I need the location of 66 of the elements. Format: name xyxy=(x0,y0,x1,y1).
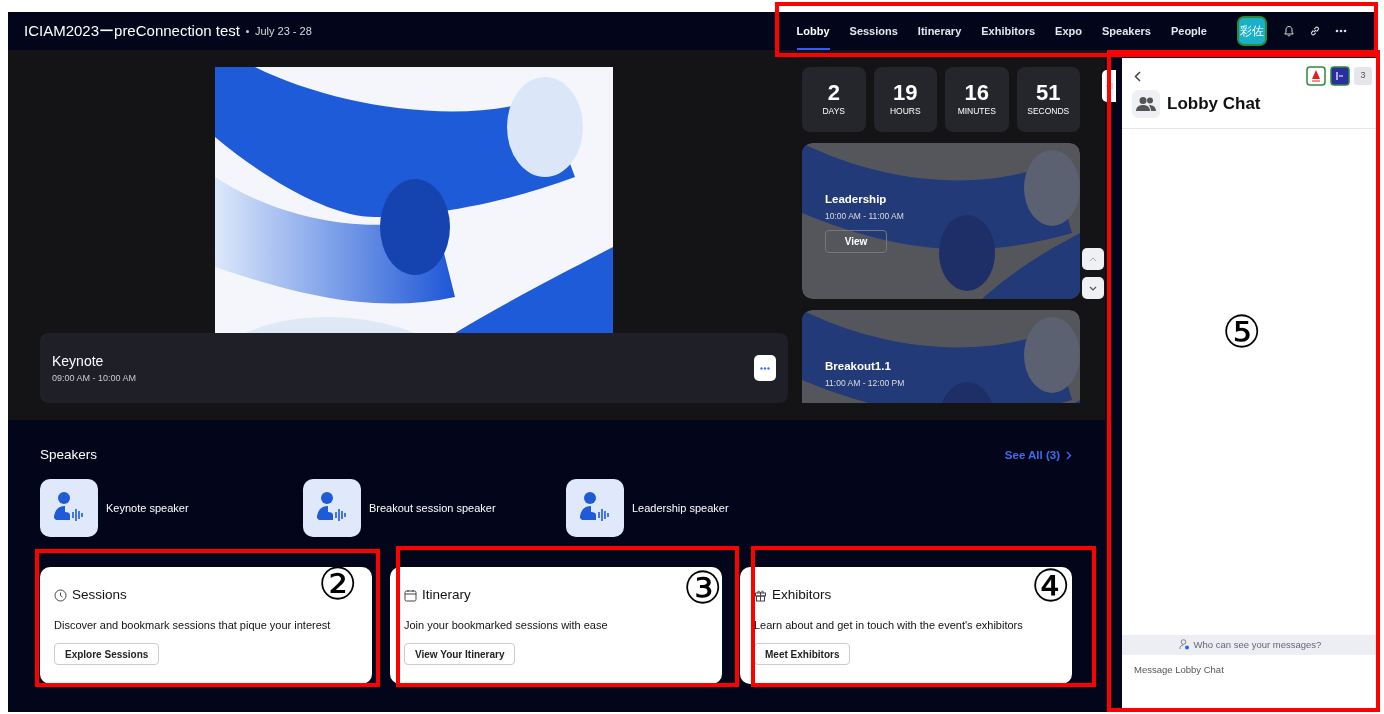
chevron-down-icon xyxy=(1089,285,1097,291)
nav-tab[interactable]: Speakers xyxy=(1102,12,1151,50)
card-button[interactable]: Meet Exhibitors xyxy=(754,643,851,665)
card-description: Discover and bookmark sessions that pique your interest xyxy=(54,617,332,633)
countdown-value: 19 xyxy=(893,81,918,106)
nav-tab[interactable]: Exhibitors xyxy=(981,12,1036,50)
separator-dot-icon xyxy=(245,29,249,33)
see-all-link[interactable]: See All (3) xyxy=(1004,446,1072,464)
logo-avatar-icon xyxy=(1306,66,1326,86)
gift-icon xyxy=(754,588,767,602)
session-title: Leadership xyxy=(825,192,888,207)
annotation-number: ⑤ xyxy=(1222,310,1262,354)
card-button[interactable]: Explore Sessions xyxy=(54,643,160,665)
bell-icon[interactable] xyxy=(1283,25,1295,37)
event-title: ICIAM2023ーpreConnection test xyxy=(24,20,240,41)
participant-count: 3 xyxy=(1354,67,1372,85)
chevron-up-icon xyxy=(1089,256,1097,262)
countdown-unit: DAYS xyxy=(822,105,845,118)
clock-icon xyxy=(54,588,67,602)
privacy-notice: Who can see your messages? xyxy=(1193,637,1322,652)
speaker-name: Breakout session speaker xyxy=(369,501,496,516)
card-description: Join your bookmarked sessions with ease xyxy=(404,617,609,633)
scroll-up-button[interactable] xyxy=(1082,248,1104,270)
session-title: Keynote xyxy=(52,351,105,371)
nav-tab[interactable]: Sessions xyxy=(849,12,898,50)
event-dates: July 23 - 28 xyxy=(254,23,312,39)
speaker-name: Leadership speaker xyxy=(632,501,729,516)
countdown-value: 2 xyxy=(827,81,840,106)
more-options-button[interactable] xyxy=(754,355,776,381)
chevron-right-icon xyxy=(1066,450,1072,460)
link-icon[interactable] xyxy=(1309,25,1321,37)
speaker-name: Keynote speaker xyxy=(106,501,189,516)
privacy-notice-bar[interactable]: Who can see your messages? xyxy=(1122,634,1378,655)
nav-tab[interactable]: People xyxy=(1170,12,1207,50)
card-title: Sessions xyxy=(72,586,127,605)
countdown-unit: HOURS xyxy=(889,105,921,118)
more-icon[interactable] xyxy=(1335,29,1347,33)
people-icon xyxy=(1136,96,1156,112)
session-title: Breakout1.1 xyxy=(825,359,892,374)
session-time: 11:00 AM - 12:00 PM xyxy=(825,377,906,390)
session-time: 10:00 AM - 11:00 AM xyxy=(825,210,905,223)
card-description: Learn about and get in touch with the event's exhibitors xyxy=(754,617,1024,633)
scroll-down-button[interactable] xyxy=(1082,277,1104,299)
chat-title: Lobby Chat xyxy=(1167,93,1261,116)
countdown-value: 51 xyxy=(1036,81,1061,106)
annotation-number: ③ xyxy=(683,566,723,610)
back-icon[interactable] xyxy=(1134,70,1141,82)
person-icon xyxy=(1178,639,1190,651)
countdown-unit: MINUTES xyxy=(957,105,996,118)
card-title: Itinerary xyxy=(422,586,471,605)
session-time: 09:00 AM - 10:00 AM xyxy=(52,371,137,385)
nav-tab[interactable]: Expo xyxy=(1055,12,1082,50)
card-button[interactable]: View Your Itinerary xyxy=(404,643,516,665)
nav-tab[interactable]: Lobby xyxy=(796,12,830,50)
countdown-unit: SECONDS xyxy=(1027,105,1070,118)
view-button[interactable]: View xyxy=(825,230,887,253)
more-icon xyxy=(760,366,770,370)
annotation-number: ④ xyxy=(1031,564,1071,608)
countdown-value: 16 xyxy=(964,81,989,106)
calendar-icon xyxy=(404,588,417,602)
arrow-right-icon xyxy=(1105,82,1113,90)
card-title: Exhibitors xyxy=(772,586,832,605)
nav-tab[interactable]: Itinerary xyxy=(917,12,962,50)
user-avatar-icon xyxy=(1330,66,1350,86)
section-heading: Speakers xyxy=(40,446,98,464)
annotation-number: ② xyxy=(318,562,358,606)
